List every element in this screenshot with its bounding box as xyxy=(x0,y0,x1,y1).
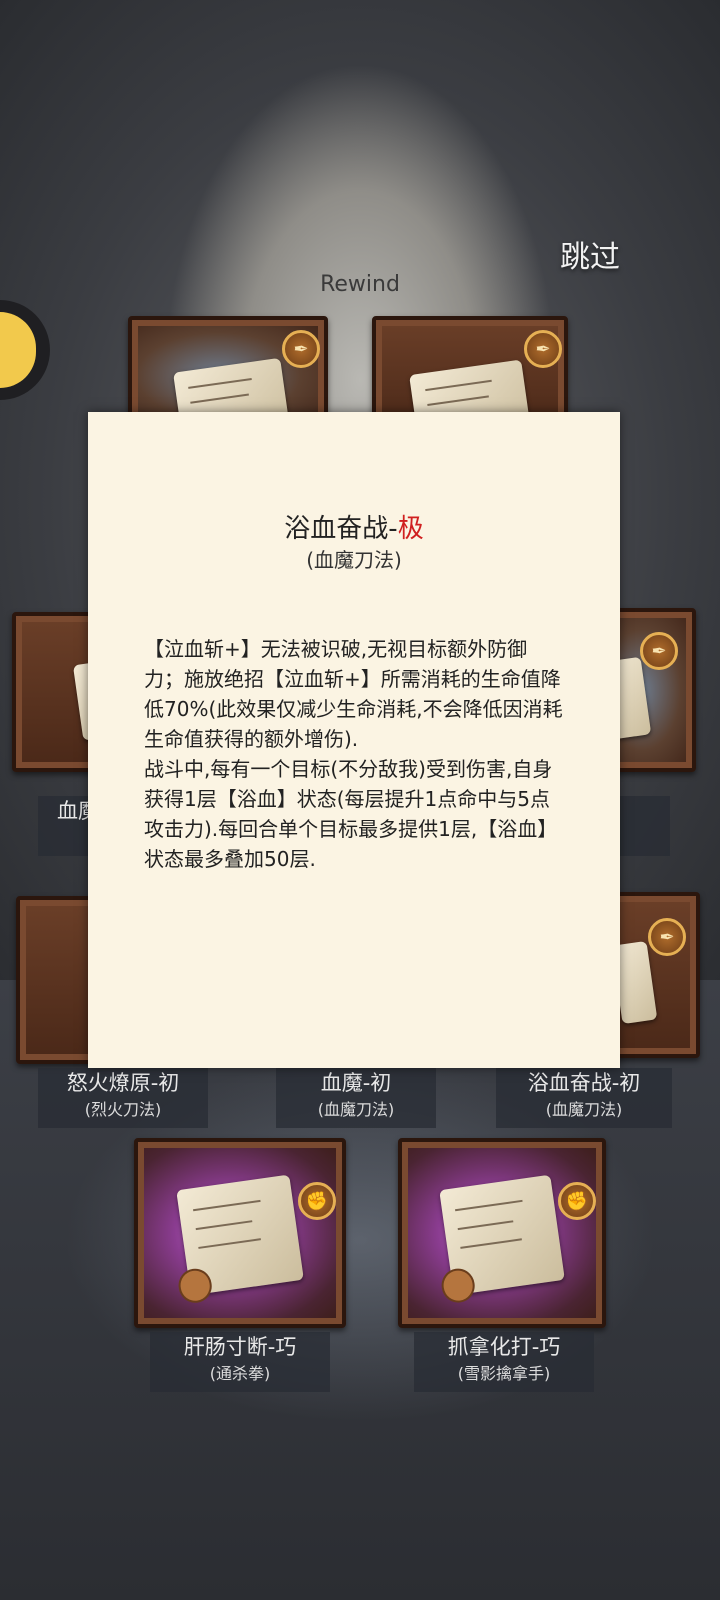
reward-name: 抓拿化打-巧 xyxy=(447,1335,561,1359)
reward-chest[interactable]: ✊ xyxy=(398,1138,606,1328)
blade-icon: ✒ xyxy=(648,918,686,956)
reward-school: (雪影擒拿手) xyxy=(457,1364,551,1383)
reward-name: 怒火燎原-初 xyxy=(66,1071,180,1095)
blade-icon: ✒ xyxy=(640,632,678,670)
rewind-label[interactable]: Rewind xyxy=(0,272,720,297)
skill-title: 浴血奋战-极 xyxy=(88,508,620,545)
blade-icon: ✒ xyxy=(524,330,562,368)
fist-icon: ✊ xyxy=(298,1182,336,1220)
skill-description: 【泣血斩+】无法被识破,无视目标额外防御力；施放绝招【泣血斩+】所需消耗的生命值… xyxy=(144,637,563,871)
skill-detail-dialog[interactable]: 浴血奋战-极 (血魔刀法) 【泣血斩+】无法被识破,无视目标额外防御力；施放绝招… xyxy=(88,412,620,1068)
fist-icon: ✊ xyxy=(558,1182,596,1220)
skill-grade: 极 xyxy=(397,514,424,544)
reward-school: (通杀拳) xyxy=(209,1364,271,1383)
reward-school: (血魔刀法) xyxy=(317,1100,395,1119)
skill-school: (血魔刀法) xyxy=(306,548,402,572)
reward-name: 肝肠寸断-巧 xyxy=(183,1335,297,1359)
reward-label xyxy=(620,796,670,856)
reward-name: 血魔-初 xyxy=(320,1071,392,1095)
blade-icon: ✒ xyxy=(282,330,320,368)
reward-label: 肝肠寸断-巧 (通杀拳) xyxy=(150,1332,330,1392)
reward-school: (血魔刀法) xyxy=(545,1100,623,1119)
scroll-icon xyxy=(175,1174,304,1305)
skip-button[interactable]: 跳过 xyxy=(560,232,620,276)
reward-label: 浴血奋战-初 (血魔刀法) xyxy=(496,1068,672,1128)
skill-name: 浴血奋战- xyxy=(284,514,398,544)
scroll-icon xyxy=(439,1174,565,1305)
reward-label: 怒火燎原-初 (烈火刀法) xyxy=(38,1068,208,1128)
reward-name: 浴血奋战-初 xyxy=(527,1071,641,1095)
reward-label: 血魔-初 (血魔刀法) xyxy=(276,1068,436,1128)
reward-label: 抓拿化打-巧 (雪影擒拿手) xyxy=(414,1332,594,1392)
reward-chest[interactable]: ✊ xyxy=(134,1138,346,1328)
reward-school: (烈火刀法) xyxy=(84,1100,162,1119)
